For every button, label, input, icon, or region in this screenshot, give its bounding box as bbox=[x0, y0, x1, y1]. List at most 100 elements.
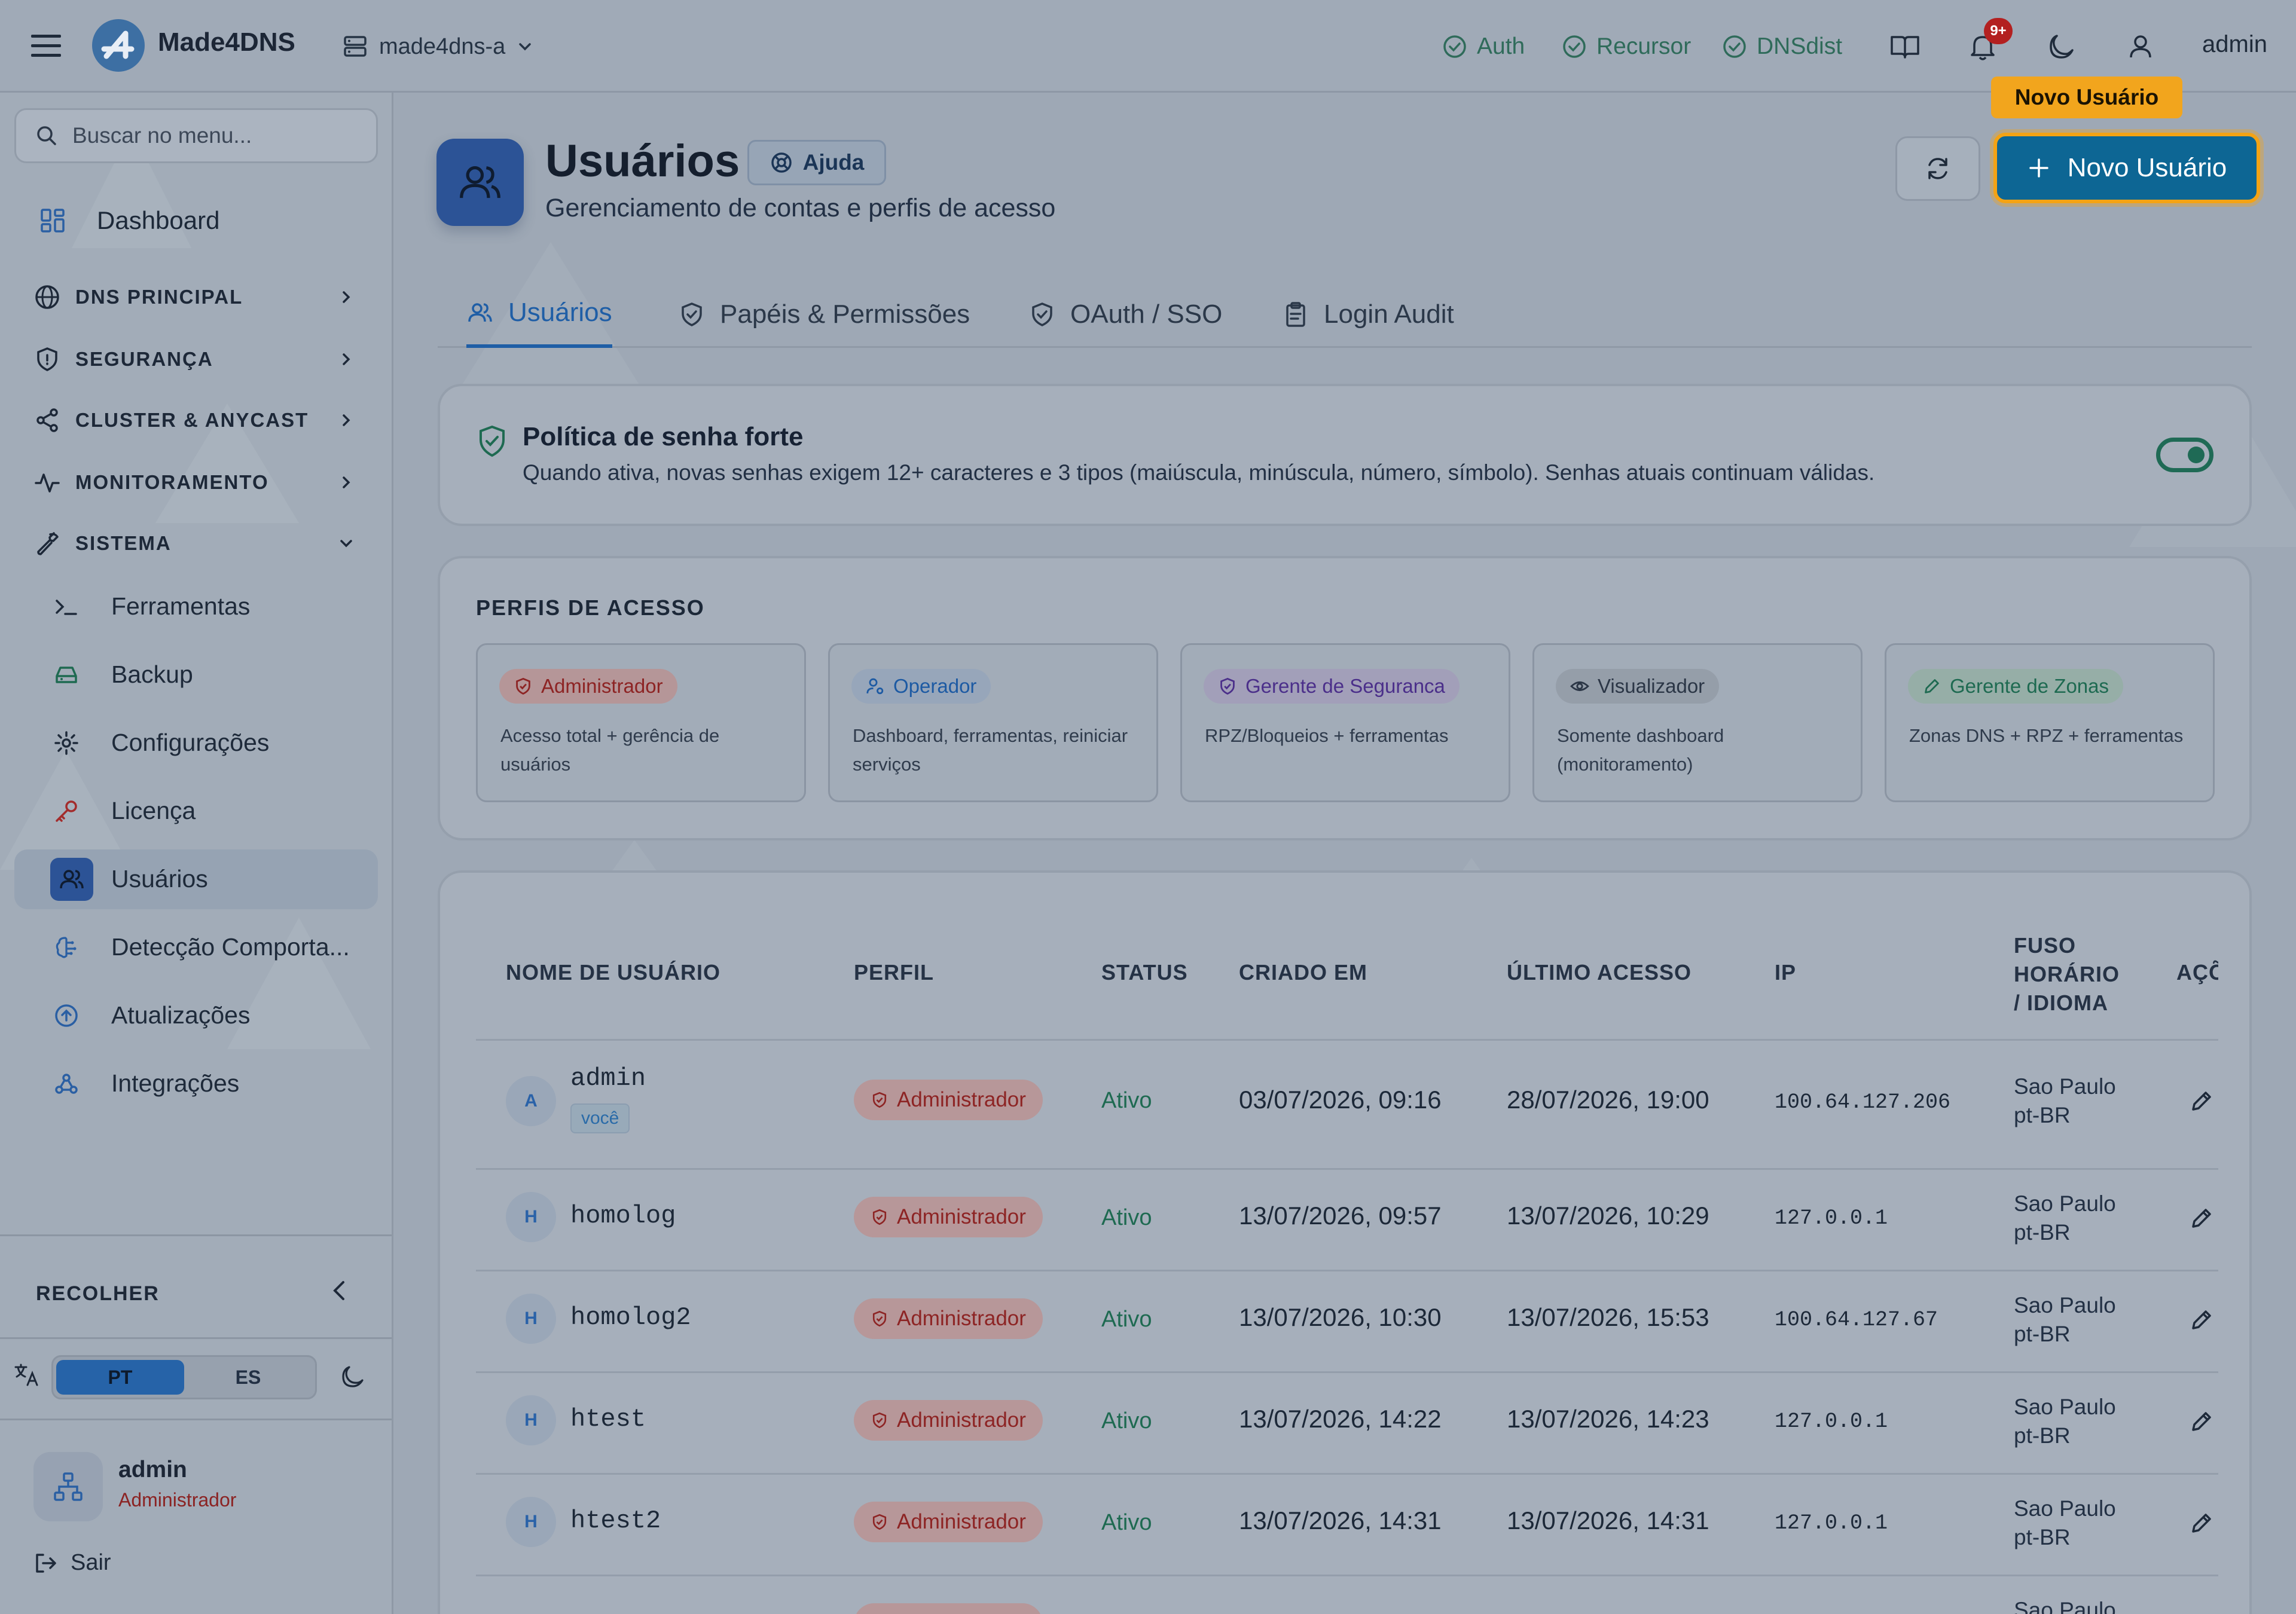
policy-toggle[interactable] bbox=[2156, 438, 2213, 472]
sidebar-search-input[interactable] bbox=[72, 123, 359, 148]
users-icon bbox=[60, 870, 84, 889]
sidebar-item-dashboard[interactable]: Dashboard bbox=[14, 191, 378, 250]
user-avatar: H bbox=[506, 1294, 556, 1344]
users-icon bbox=[460, 166, 500, 198]
collapse-label: RECOLHER bbox=[36, 1282, 160, 1305]
edit-icon[interactable] bbox=[2188, 1408, 2215, 1435]
sidebar-item-label: Atualizações bbox=[111, 1001, 251, 1029]
col-header-timezone: FUSO HORÁRIO / IDIOMA bbox=[2014, 933, 2120, 1015]
you-badge: você bbox=[570, 1103, 630, 1133]
tab-users[interactable]: Usuários bbox=[466, 281, 612, 348]
check-circle-icon bbox=[1443, 35, 1466, 58]
profile-description: RPZ/Bloqueios + ferramentas bbox=[1205, 725, 1449, 746]
service-recursor[interactable]: Recursor bbox=[1562, 29, 1691, 65]
header-divider bbox=[476, 1039, 2218, 1041]
moon-icon[interactable] bbox=[2045, 30, 2078, 63]
sidebar-item-license[interactable]: Licença bbox=[14, 781, 378, 841]
ip-address: 100.64.127.67 bbox=[1775, 1308, 1938, 1332]
status-text: Ativo bbox=[1101, 1408, 1152, 1433]
activity-icon bbox=[35, 473, 60, 493]
ip-address: 127.0.0.1 bbox=[1775, 1206, 1888, 1230]
sidebar-item-settings[interactable]: Configurações bbox=[14, 713, 378, 773]
col-header-last-access: ÚLTIMO ACESSO bbox=[1507, 960, 1692, 985]
key-icon bbox=[56, 800, 77, 822]
book-icon[interactable] bbox=[1888, 30, 1922, 63]
lang-pt-button[interactable]: PT bbox=[56, 1360, 184, 1395]
server-selector[interactable]: made4dns-a bbox=[342, 29, 534, 65]
profile-description: Somente dashboard (monitoramento) bbox=[1557, 725, 1724, 775]
profile-badge: Gerente de Zonas bbox=[1908, 669, 2123, 704]
last-access: 13/07/2026, 14:23 bbox=[1507, 1405, 1709, 1433]
profile-card-viewer: Visualizador Somente dashboard (monitora… bbox=[1532, 643, 1863, 802]
edit-icon[interactable] bbox=[2188, 1205, 2215, 1231]
role-badge: Administrador bbox=[854, 1080, 1043, 1120]
row-divider bbox=[476, 1168, 2218, 1170]
new-user-button[interactable]: Novo Usuário bbox=[1993, 133, 2260, 203]
refresh-icon bbox=[1928, 158, 1947, 179]
shield-check-icon bbox=[682, 302, 702, 326]
edit-icon[interactable] bbox=[2188, 1510, 2215, 1536]
user-icon[interactable] bbox=[2124, 30, 2157, 63]
sidebar-section-monitoring[interactable]: MONITORAMENTO bbox=[14, 458, 378, 506]
menu-icon[interactable] bbox=[30, 31, 62, 61]
timezone-language: Sao Paulo pt-BR bbox=[2014, 1293, 2116, 1346]
user-avatar: H bbox=[506, 1497, 556, 1547]
created-at: 13/07/2026, 09:57 bbox=[1239, 1202, 1442, 1230]
shield-icon bbox=[872, 1209, 887, 1225]
sidebar-item-label: Usuários bbox=[111, 865, 208, 892]
sidebar-section-cluster[interactable]: CLUSTER & ANYCAST bbox=[14, 396, 378, 444]
sidebar-section-label: CLUSTER & ANYCAST bbox=[75, 409, 309, 431]
logout-button[interactable]: Sair bbox=[33, 1550, 111, 1576]
edit-icon[interactable] bbox=[2188, 1307, 2215, 1333]
tab-label: Login Audit bbox=[1324, 299, 1454, 329]
tab-oauth-sso[interactable]: OAuth / SSO bbox=[1028, 281, 1222, 348]
chevron-right-icon bbox=[343, 353, 350, 365]
username: htest bbox=[570, 1405, 646, 1433]
sidebar-item-users[interactable]: Usuários bbox=[14, 849, 378, 909]
service-dnsdist[interactable]: DNSdist bbox=[1722, 29, 1842, 65]
tab-login-audit[interactable]: Login Audit bbox=[1282, 281, 1454, 348]
timezone-language: Sao Paulo bbox=[2014, 1598, 2116, 1614]
sidebar-section-security[interactable]: SEGURANÇA bbox=[14, 335, 378, 383]
notification-count-badge: 9+ bbox=[1984, 18, 2013, 44]
col-header-ip: IP bbox=[1775, 960, 1797, 985]
webhook-icon bbox=[55, 1074, 78, 1094]
user-avatar: H bbox=[506, 1192, 556, 1242]
sidebar-item-behavior-detection[interactable]: Detecção Comporta... bbox=[14, 918, 378, 977]
profile-badge: Administrador bbox=[499, 669, 677, 704]
sidebar-section-label: DNS PRINCIPAL bbox=[75, 286, 243, 308]
sidebar-item-backup[interactable]: Backup bbox=[14, 645, 378, 705]
top-user-name[interactable]: admin bbox=[2202, 31, 2267, 58]
profile-card-admin: Administrador Acesso total + gerência de… bbox=[476, 643, 806, 802]
shield-icon bbox=[37, 347, 57, 371]
logout-icon bbox=[36, 1553, 56, 1573]
sidebar-item-tools[interactable]: Ferramentas bbox=[14, 577, 378, 637]
row-divider bbox=[476, 1575, 2218, 1576]
sidebar-item-label: Backup bbox=[111, 661, 193, 688]
chevron-left-icon[interactable] bbox=[323, 1274, 356, 1307]
edit-icon[interactable] bbox=[2188, 1088, 2215, 1114]
username: homolog2 bbox=[570, 1303, 691, 1332]
lang-es-button[interactable]: ES bbox=[184, 1360, 312, 1395]
moon-icon[interactable] bbox=[338, 1362, 367, 1391]
tab-roles-permissions[interactable]: Papéis & Permissões bbox=[678, 281, 970, 348]
help-button[interactable]: Ajuda bbox=[747, 140, 886, 185]
sidebar-item-label: Detecção Comporta... bbox=[111, 933, 350, 961]
sidebar-section-dns[interactable]: DNS PRINCIPAL bbox=[14, 273, 378, 321]
ip-address: 127.0.0.1 bbox=[1775, 1511, 1888, 1535]
sidebar-item-integrations[interactable]: Integrações bbox=[14, 1054, 378, 1114]
language-toggle: PT ES bbox=[51, 1355, 317, 1399]
chevron-down-icon bbox=[340, 540, 352, 548]
new-user-label: Novo Usuário bbox=[2067, 153, 2227, 182]
service-auth[interactable]: Auth bbox=[1442, 29, 1525, 65]
new-user-tooltip: Novo Usuário bbox=[1991, 77, 2182, 118]
tab-label: Papéis & Permissões bbox=[720, 299, 970, 329]
hard-drive-icon bbox=[56, 667, 77, 683]
sidebar-item-updates[interactable]: Atualizações bbox=[14, 986, 378, 1046]
role-badge: Administrador bbox=[854, 1502, 1043, 1542]
profile-description: Acesso total + gerência de usuários bbox=[500, 725, 720, 775]
refresh-button[interactable] bbox=[1895, 136, 1980, 201]
search-icon bbox=[37, 126, 56, 145]
sidebar-section-system[interactable]: SISTEMA bbox=[14, 519, 378, 567]
sidebar-search[interactable] bbox=[14, 108, 378, 163]
